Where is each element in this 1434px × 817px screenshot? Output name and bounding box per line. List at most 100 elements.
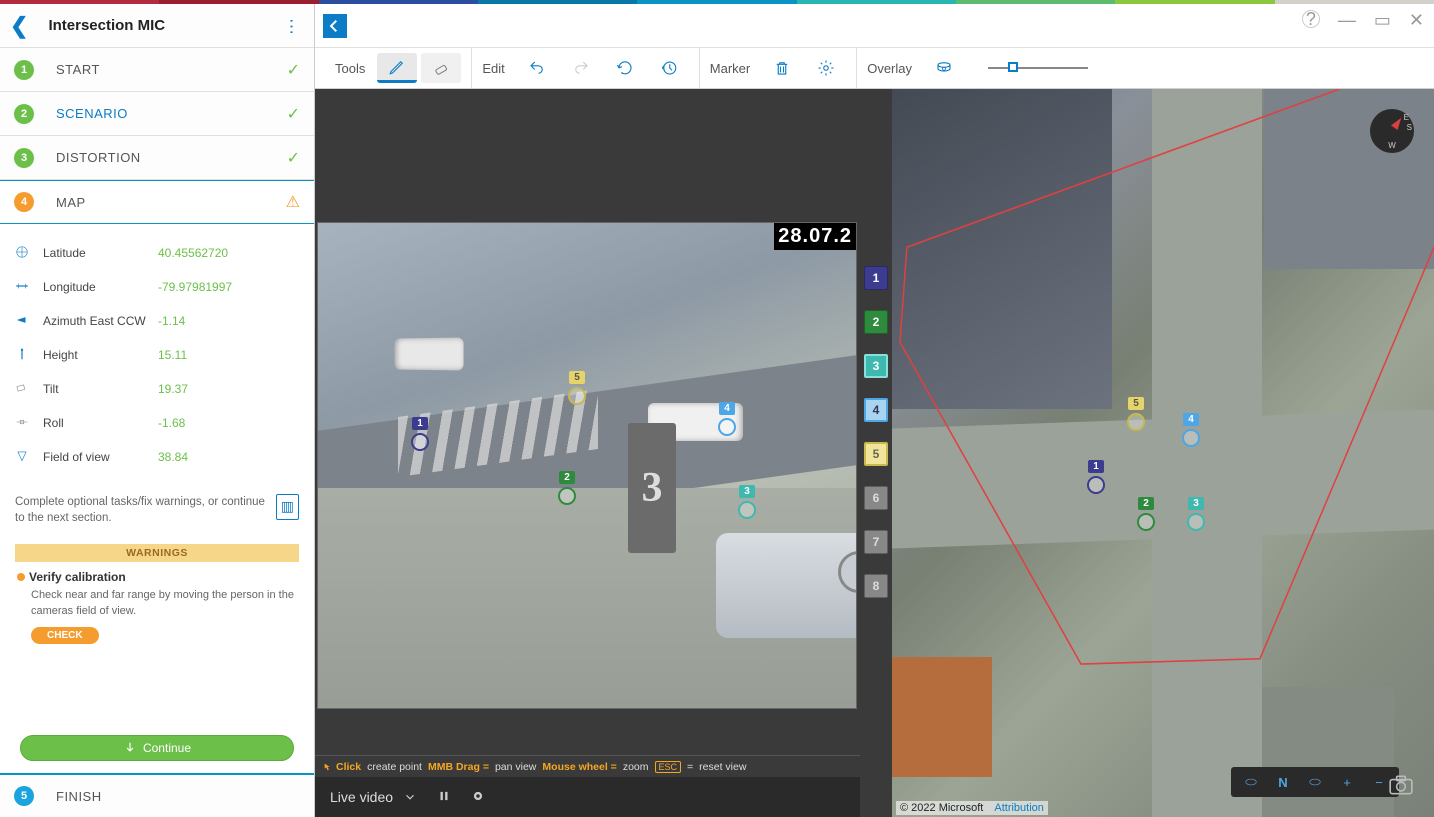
video-view[interactable]: 28.07.2 3 1 2 3 4 [315, 89, 860, 755]
app-logo-icon [323, 14, 347, 38]
video-panel: 28.07.2 3 1 2 3 4 [315, 89, 860, 817]
step-finish[interactable]: 5 FINISH [0, 773, 314, 817]
video-marker-1[interactable]: 1 [411, 413, 429, 451]
marker-chip-6[interactable]: 6 [864, 486, 888, 510]
video-marker-4[interactable]: 4 [718, 398, 736, 436]
marker-chip-5[interactable]: 5 [864, 442, 888, 466]
check-button[interactable]: CHECK [31, 627, 99, 644]
redo-icon[interactable] [561, 53, 601, 83]
step-label: MAP [56, 195, 286, 210]
pause-icon[interactable] [437, 789, 451, 806]
video-marker-2[interactable]: 2 [558, 467, 576, 505]
history-icon[interactable] [649, 53, 689, 83]
marker-chip-7[interactable]: 7 [864, 530, 888, 554]
latitude-icon [15, 245, 43, 262]
step-start[interactable]: 1 START ✓ [0, 48, 314, 92]
sidebar-header: ❮ Intersection MIC … [0, 4, 314, 48]
param-value: 38.84 [158, 450, 188, 464]
map-params-panel: Latitude 40.45562720 Longitude -79.97981… [0, 224, 314, 725]
map-attribution: © 2022 Microsoft Attribution [896, 801, 1048, 815]
video-frame: 28.07.2 3 1 2 3 4 [317, 222, 857, 709]
warnings-box: WARNINGS Verify calibration Check near a… [15, 544, 299, 644]
toolbar-tools: Tools [325, 48, 472, 88]
tilt-icon [15, 381, 43, 398]
warning-icon: ⚠ [286, 192, 300, 212]
step-label: SCENARIO [56, 106, 287, 121]
back-chevron-icon[interactable]: ❮ [10, 13, 28, 39]
video-marker-3[interactable]: 3 [738, 481, 756, 519]
longitude-icon [15, 279, 43, 296]
road [892, 410, 1434, 549]
toolbar-label: Tools [335, 61, 365, 76]
pencil-tool-icon[interactable] [377, 53, 417, 83]
map-marker-1[interactable]: 1 [1087, 456, 1105, 494]
vehicle [395, 337, 464, 370]
video-marker-5[interactable]: 5 [568, 367, 586, 405]
undo-all-icon[interactable] [605, 53, 645, 83]
continue-button[interactable]: Continue [20, 735, 294, 761]
map-marker-4[interactable]: 4 [1182, 409, 1200, 447]
param-value: -1.14 [158, 314, 185, 328]
marker-chip-8[interactable]: 8 [864, 574, 888, 598]
video-timestamp: 28.07.2 [774, 223, 856, 250]
zoom-in-icon[interactable]: + [1331, 770, 1363, 794]
map-marker-2[interactable]: 2 [1137, 493, 1155, 531]
warning-dot-icon [17, 573, 25, 581]
param-label: Longitude [43, 280, 158, 294]
camera-icon[interactable] [1388, 774, 1414, 802]
pillar: 3 [628, 423, 676, 553]
step-distortion[interactable]: 3 DISTORTION ✓ [0, 136, 314, 180]
page-title: Intersection MIC [48, 17, 288, 34]
map-view[interactable]: 1 2 3 4 5 E S W N + − © 2022 Microsoft [892, 89, 1434, 817]
warning-desc: Check near and far range by moving the p… [31, 588, 297, 619]
toolbar: Tools Edit Marker Overlay [315, 48, 1434, 89]
attribution-link[interactable]: Attribution [994, 802, 1044, 814]
check-icon: ✓ [287, 104, 300, 124]
step-number: 2 [14, 104, 34, 124]
marker-chip-3[interactable]: 3 [864, 354, 888, 378]
main-area: 28.07.2 3 1 2 3 4 [315, 89, 1434, 817]
param-latitude: Latitude 40.45562720 [15, 236, 299, 270]
step-map[interactable]: 4 MAP ⚠ [0, 180, 314, 224]
undo-icon[interactable] [517, 53, 557, 83]
hint-expand-icon[interactable]: ▥ [276, 494, 299, 520]
step-label: START [56, 62, 287, 77]
panel-hint: Complete optional tasks/fix warnings, or… [15, 494, 299, 526]
eye-right-icon[interactable] [1299, 770, 1331, 794]
check-icon: ✓ [287, 60, 300, 80]
step-scenario[interactable]: 2 SCENARIO ✓ [0, 92, 314, 136]
compass[interactable]: E S W [1370, 109, 1414, 153]
marker-chip-2[interactable]: 2 [864, 310, 888, 334]
step-number: 3 [14, 148, 34, 168]
param-label: Azimuth East CCW [43, 314, 158, 328]
trash-icon[interactable] [762, 53, 802, 83]
camera-overlay-icon[interactable] [924, 53, 964, 83]
gear-icon[interactable] [806, 53, 846, 83]
param-label: Tilt [43, 382, 158, 396]
building [892, 657, 992, 777]
map-toolbar: N + − [1231, 767, 1399, 797]
toolbar-label: Marker [710, 61, 750, 76]
warnings-header: WARNINGS [15, 544, 299, 562]
height-icon [15, 347, 43, 364]
azimuth-icon [15, 313, 43, 330]
roll-icon [15, 415, 43, 432]
north-button[interactable]: N [1267, 770, 1299, 794]
eraser-tool-icon[interactable] [421, 53, 461, 83]
overlay-slider[interactable] [988, 67, 1088, 69]
kebab-menu-icon[interactable]: … [286, 18, 307, 34]
sidebar: ❮ Intersection MIC … 1 START ✓ 2 SCENARI… [0, 4, 315, 817]
map-marker-5[interactable]: 5 [1127, 393, 1145, 431]
step-number: 1 [14, 60, 34, 80]
target-icon[interactable] [471, 789, 485, 806]
marker-column: 1 2 3 4 5 6 7 8 [860, 89, 892, 817]
video-footer: Live video [315, 777, 860, 817]
eye-left-icon[interactable] [1235, 770, 1267, 794]
param-label: Height [43, 348, 158, 362]
param-label: Field of view [43, 450, 158, 464]
map-marker-3[interactable]: 3 [1187, 493, 1205, 531]
hint-bar: Click create point MMB Drag = pan view M… [315, 755, 860, 777]
marker-chip-4[interactable]: 4 [864, 398, 888, 422]
marker-chip-1[interactable]: 1 [864, 266, 888, 290]
video-mode-dropdown[interactable]: Live video [330, 789, 417, 805]
